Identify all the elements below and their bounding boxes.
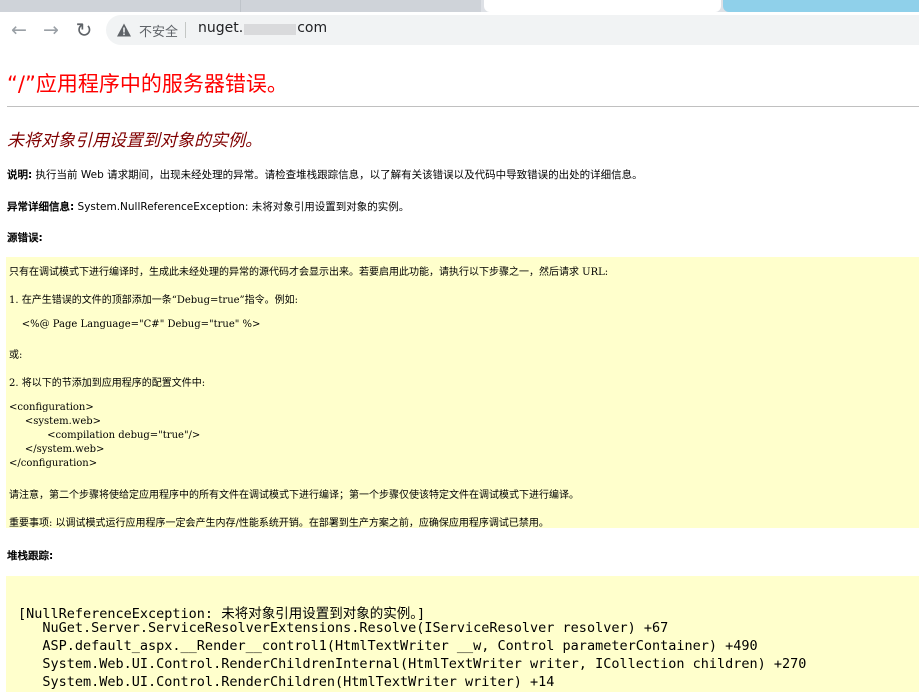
url-prefix: nuget. — [198, 20, 244, 36]
source-line: </system.web> — [9, 444, 105, 455]
stack-line: [NullReferenceException: 未将对象引用设置到对象的实例。… — [18, 606, 426, 622]
stack-trace-heading: 堆栈跟踪: — [7, 548, 53, 563]
arrow-left-icon[interactable]: ← — [8, 19, 30, 41]
description-label: 说明: — [7, 169, 33, 181]
exception-label: 异常详细信息: — [7, 201, 75, 213]
source-line: <configuration> — [9, 402, 94, 413]
source-error-label: 源错误: — [7, 232, 43, 244]
source-error-heading: 源错误: — [7, 230, 43, 245]
source-error-box: 只有在调试模式下进行编译时，生成此未经处理的异常的源代码才会显示出来。若要启用此… — [6, 257, 919, 529]
source-line: 或: — [9, 350, 23, 361]
source-line: <%@ Page Language="C#" Debug="true" %> — [9, 319, 261, 330]
source-line: <system.web> — [9, 416, 102, 427]
source-line: 重要事项: 以调试模式运行应用程序一定会产生内存/性能系统开销。在部署到生产方案… — [9, 518, 549, 529]
stack-line: System.Web.UI.Control.RenderChildrenInte… — [18, 656, 807, 672]
stack-trace-box: [NullReferenceException: 未将对象引用设置到对象的实例。… — [6, 576, 919, 692]
stack-line: NuGet.Server.ServiceResolverExtensions.R… — [18, 620, 669, 636]
warning-triangle-icon[interactable] — [116, 22, 132, 38]
browser-tab-2[interactable] — [241, 0, 481, 12]
browser-tab-4[interactable] — [723, 0, 919, 12]
source-line: </configuration> — [9, 458, 98, 469]
title-divider — [7, 106, 919, 107]
stack-line: ASP.default_aspx.__Render__control1(Html… — [18, 638, 758, 654]
tab-strip — [0, 0, 919, 12]
browser-tab-active[interactable] — [484, 0, 721, 12]
error-page: “/”应用程序中的服务器错误。 未将对象引用设置到对象的实例。 说明: 执行当前… — [0, 48, 919, 692]
url-suffix: com — [297, 20, 328, 36]
address-separator — [185, 22, 186, 38]
url-text[interactable]: nuget. com — [198, 20, 327, 36]
source-line: <compilation debug="true"/> — [9, 430, 201, 441]
arrow-right-icon[interactable]: → — [40, 19, 62, 41]
insecure-label[interactable]: 不安全 — [139, 21, 178, 40]
source-line: 2. 将以下的节添加到应用程序的配置文件中: — [9, 378, 206, 389]
description-line: 说明: 执行当前 Web 请求期间，出现未经处理的异常。请检查堆栈跟踪信息，以了… — [7, 167, 643, 182]
exception-text: System.NullReferenceException: 未将对象引用设置到… — [74, 201, 410, 213]
browser-toolbar: ← → ↻ 不安全 nuget. com — [0, 12, 919, 48]
exception-line: 异常详细信息: System.NullReferenceException: 未… — [7, 199, 409, 214]
source-line: 1. 在产生错误的文件的顶部添加一条“Debug=true”指令。例如: — [9, 295, 299, 306]
browser-tab-1[interactable] — [0, 0, 241, 12]
url-redacted — [244, 24, 297, 35]
address-bar[interactable]: 不安全 nuget. com — [106, 15, 919, 45]
reload-icon[interactable]: ↻ — [73, 18, 95, 42]
description-text: 执行当前 Web 请求期间，出现未经处理的异常。请检查堆栈跟踪信息，以了解有关该… — [32, 169, 643, 181]
stack-trace-label: 堆栈跟踪: — [7, 550, 54, 562]
source-line: 请注意，第二个步骤将使给定应用程序中的所有文件在调试模式下进行编译；第一个步骤仅… — [9, 490, 579, 501]
stack-line: System.Web.UI.Control.RenderChildren(Htm… — [18, 674, 555, 690]
page-title: “/”应用程序中的服务器错误。 — [7, 72, 288, 96]
source-line: 只有在调试模式下进行编译时，生成此未经处理的异常的源代码才会显示出来。若要启用此… — [9, 267, 609, 278]
error-subtitle: 未将对象引用设置到对象的实例。 — [7, 131, 262, 151]
